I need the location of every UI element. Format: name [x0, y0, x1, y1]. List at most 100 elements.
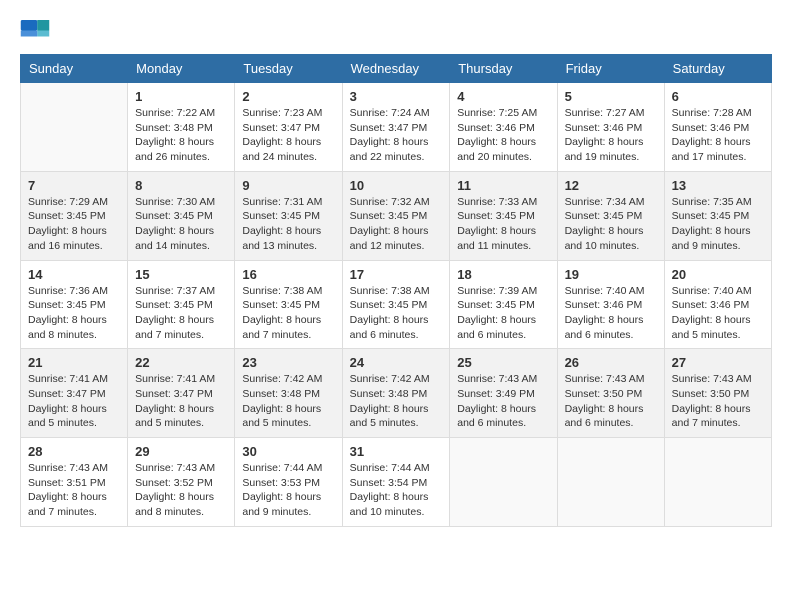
day-info: Sunrise: 7:40 AM Sunset: 3:46 PM Dayligh…: [672, 284, 764, 343]
day-info: Sunrise: 7:32 AM Sunset: 3:45 PM Dayligh…: [350, 195, 443, 254]
calendar-cell: 13Sunrise: 7:35 AM Sunset: 3:45 PM Dayli…: [664, 171, 771, 260]
day-number: 8: [135, 178, 227, 193]
day-info: Sunrise: 7:35 AM Sunset: 3:45 PM Dayligh…: [672, 195, 764, 254]
calendar-cell: 28 Sunrise: 7:43 AM Sunset: 3:51 PM Dayli…: [21, 438, 128, 527]
header-day: Friday: [557, 55, 664, 83]
day-number: 19: [565, 267, 657, 282]
calendar-cell: [557, 438, 664, 527]
calendar-cell: 20Sunrise: 7:40 AM Sunset: 3:46 PM Dayli…: [664, 260, 771, 349]
day-info: Sunrise: 7:43 AM Sunset: 3:50 PM Dayligh…: [672, 372, 764, 431]
calendar-body: 1 Sunrise: 7:22 AM Sunset: 3:48 PM Daylig…: [21, 83, 772, 527]
header-day: Thursday: [450, 55, 557, 83]
day-info: Sunrise: 7:43 AM Sunset: 3:49 PM Dayligh…: [457, 372, 549, 431]
day-number: 9: [242, 178, 334, 193]
day-number: 3: [350, 89, 443, 104]
calendar-cell: 17Sunrise: 7:38 AM Sunset: 3:45 PM Dayli…: [342, 260, 450, 349]
calendar-cell: 9Sunrise: 7:31 AM Sunset: 3:45 PM Daylig…: [235, 171, 342, 260]
header-row: SundayMondayTuesdayWednesdayThursdayFrid…: [21, 55, 772, 83]
day-info: Sunrise: 7:34 AM Sunset: 3:45 PM Dayligh…: [565, 195, 657, 254]
header-day: Tuesday: [235, 55, 342, 83]
calendar-cell: 2 Sunrise: 7:23 AM Sunset: 3:47 PM Daylig…: [235, 83, 342, 172]
day-number: 26: [565, 355, 657, 370]
day-info: Sunrise: 7:42 AM Sunset: 3:48 PM Dayligh…: [242, 372, 334, 431]
day-number: 11: [457, 178, 549, 193]
day-number: 21: [28, 355, 120, 370]
calendar-cell: 26 Sunrise: 7:43 AM Sunset: 3:50 PM Dayli…: [557, 349, 664, 438]
day-info: Sunrise: 7:30 AM Sunset: 3:45 PM Dayligh…: [135, 195, 227, 254]
calendar-table: SundayMondayTuesdayWednesdayThursdayFrid…: [20, 54, 772, 527]
day-number: 24: [350, 355, 443, 370]
calendar-week: 7Sunrise: 7:29 AM Sunset: 3:45 PM Daylig…: [21, 171, 772, 260]
day-info: Sunrise: 7:25 AM Sunset: 3:46 PM Dayligh…: [457, 106, 549, 165]
day-number: 12: [565, 178, 657, 193]
calendar-cell: [21, 83, 128, 172]
day-info: Sunrise: 7:23 AM Sunset: 3:47 PM Dayligh…: [242, 106, 334, 165]
day-number: 23: [242, 355, 334, 370]
calendar-cell: 11 Sunrise: 7:33 AM Sunset: 3:45 PM Dayli…: [450, 171, 557, 260]
day-info: Sunrise: 7:36 AM Sunset: 3:45 PM Dayligh…: [28, 284, 120, 343]
day-number: 16: [242, 267, 334, 282]
day-number: 2: [242, 89, 334, 104]
day-info: Sunrise: 7:33 AM Sunset: 3:45 PM Dayligh…: [457, 195, 549, 254]
day-number: 14: [28, 267, 120, 282]
calendar-cell: 15 Sunrise: 7:37 AM Sunset: 3:45 PM Dayli…: [128, 260, 235, 349]
calendar-cell: 4Sunrise: 7:25 AM Sunset: 3:46 PM Daylig…: [450, 83, 557, 172]
day-info: Sunrise: 7:44 AM Sunset: 3:54 PM Dayligh…: [350, 461, 443, 520]
day-info: Sunrise: 7:41 AM Sunset: 3:47 PM Dayligh…: [28, 372, 120, 431]
day-number: 25: [457, 355, 549, 370]
calendar-week: 28 Sunrise: 7:43 AM Sunset: 3:51 PM Dayli…: [21, 438, 772, 527]
day-info: Sunrise: 7:39 AM Sunset: 3:45 PM Dayligh…: [457, 284, 549, 343]
day-number: 27: [672, 355, 764, 370]
calendar-header: SundayMondayTuesdayWednesdayThursdayFrid…: [21, 55, 772, 83]
day-info: Sunrise: 7:27 AM Sunset: 3:46 PM Dayligh…: [565, 106, 657, 165]
calendar-cell: 12 Sunrise: 7:34 AM Sunset: 3:45 PM Dayli…: [557, 171, 664, 260]
day-info: Sunrise: 7:29 AM Sunset: 3:45 PM Dayligh…: [28, 195, 120, 254]
day-info: Sunrise: 7:38 AM Sunset: 3:45 PM Dayligh…: [350, 284, 443, 343]
calendar-cell: 7Sunrise: 7:29 AM Sunset: 3:45 PM Daylig…: [21, 171, 128, 260]
day-info: Sunrise: 7:38 AM Sunset: 3:45 PM Dayligh…: [242, 284, 334, 343]
calendar-cell: 8 Sunrise: 7:30 AM Sunset: 3:45 PM Daylig…: [128, 171, 235, 260]
calendar-cell: 19 Sunrise: 7:40 AM Sunset: 3:46 PM Dayli…: [557, 260, 664, 349]
calendar-cell: 6 Sunrise: 7:28 AM Sunset: 3:46 PM Daylig…: [664, 83, 771, 172]
logo-icon: [20, 20, 50, 44]
day-number: 22: [135, 355, 227, 370]
day-number: 18: [457, 267, 549, 282]
day-number: 1: [135, 89, 227, 104]
day-info: Sunrise: 7:41 AM Sunset: 3:47 PM Dayligh…: [135, 372, 227, 431]
calendar-cell: 30 Sunrise: 7:44 AM Sunset: 3:53 PM Dayli…: [235, 438, 342, 527]
calendar-cell: 14 Sunrise: 7:36 AM Sunset: 3:45 PM Dayli…: [21, 260, 128, 349]
calendar-week: 1 Sunrise: 7:22 AM Sunset: 3:48 PM Daylig…: [21, 83, 772, 172]
day-number: 28: [28, 444, 120, 459]
header-day: Monday: [128, 55, 235, 83]
logo: [20, 20, 52, 44]
day-number: 31: [350, 444, 443, 459]
calendar-cell: 31 Sunrise: 7:44 AM Sunset: 3:54 PM Dayli…: [342, 438, 450, 527]
day-info: Sunrise: 7:44 AM Sunset: 3:53 PM Dayligh…: [242, 461, 334, 520]
calendar-week: 14 Sunrise: 7:36 AM Sunset: 3:45 PM Dayli…: [21, 260, 772, 349]
day-number: 15: [135, 267, 227, 282]
calendar-cell: 27 Sunrise: 7:43 AM Sunset: 3:50 PM Dayli…: [664, 349, 771, 438]
calendar-cell: 23 Sunrise: 7:42 AM Sunset: 3:48 PM Dayli…: [235, 349, 342, 438]
day-number: 29: [135, 444, 227, 459]
day-info: Sunrise: 7:28 AM Sunset: 3:46 PM Dayligh…: [672, 106, 764, 165]
day-info: Sunrise: 7:22 AM Sunset: 3:48 PM Dayligh…: [135, 106, 227, 165]
calendar-cell: 1 Sunrise: 7:22 AM Sunset: 3:48 PM Daylig…: [128, 83, 235, 172]
header-day: Wednesday: [342, 55, 450, 83]
calendar-cell: 3 Sunrise: 7:24 AM Sunset: 3:47 PM Daylig…: [342, 83, 450, 172]
day-info: Sunrise: 7:43 AM Sunset: 3:50 PM Dayligh…: [565, 372, 657, 431]
calendar-cell: 29 Sunrise: 7:43 AM Sunset: 3:52 PM Dayli…: [128, 438, 235, 527]
day-number: 5: [565, 89, 657, 104]
calendar-cell: 18 Sunrise: 7:39 AM Sunset: 3:45 PM Dayli…: [450, 260, 557, 349]
calendar-week: 21 Sunrise: 7:41 AM Sunset: 3:47 PM Dayli…: [21, 349, 772, 438]
day-info: Sunrise: 7:37 AM Sunset: 3:45 PM Dayligh…: [135, 284, 227, 343]
calendar-cell: 25 Sunrise: 7:43 AM Sunset: 3:49 PM Dayli…: [450, 349, 557, 438]
page-header: [20, 20, 772, 44]
day-number: 6: [672, 89, 764, 104]
calendar-cell: [450, 438, 557, 527]
day-number: 30: [242, 444, 334, 459]
day-info: Sunrise: 7:40 AM Sunset: 3:46 PM Dayligh…: [565, 284, 657, 343]
day-info: Sunrise: 7:24 AM Sunset: 3:47 PM Dayligh…: [350, 106, 443, 165]
day-info: Sunrise: 7:43 AM Sunset: 3:51 PM Dayligh…: [28, 461, 120, 520]
calendar-cell: 5 Sunrise: 7:27 AM Sunset: 3:46 PM Daylig…: [557, 83, 664, 172]
day-info: Sunrise: 7:43 AM Sunset: 3:52 PM Dayligh…: [135, 461, 227, 520]
